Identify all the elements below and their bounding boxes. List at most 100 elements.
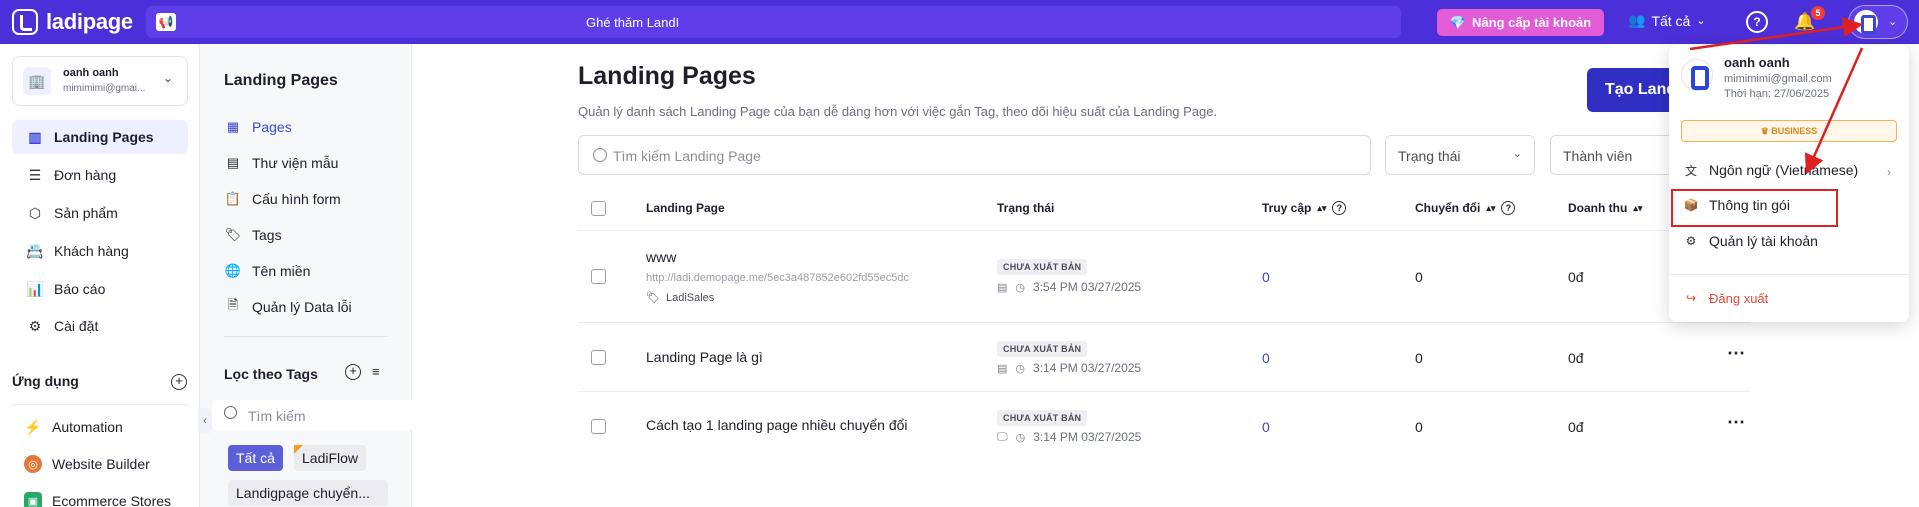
- workspace-filter-dropdown[interactable]: 👥 Tất cả ⌄: [1628, 12, 1706, 29]
- document-icon: 🗎: [227, 297, 239, 312]
- subnav-item-pages[interactable]: ▦ Pages: [224, 118, 292, 136]
- search-icon: [593, 148, 607, 162]
- ladipage-logo[interactable]: ladipage: [12, 9, 133, 35]
- sort-icon[interactable]: ▴▾: [1633, 203, 1642, 214]
- account-dropdown-menu: oanh oanh mimimimi@gmail.com Thời hạn: 2…: [1669, 45, 1909, 322]
- tag-chip-landingpage[interactable]: Landigpage chuyển...: [228, 480, 388, 506]
- landing-pages-icon: ▥: [28, 128, 42, 145]
- column-header-conversions[interactable]: Chuyển đổi ▴▾ ?: [1415, 201, 1516, 215]
- sort-icon[interactable]: ▴▾: [1486, 203, 1495, 214]
- timestamp-text: 3:14 PM 03/27/2025: [1033, 361, 1142, 375]
- status-filter-select[interactable]: Trạng thái ⌄: [1385, 135, 1535, 175]
- sidebar-item-customers[interactable]: 📇 Khách hàng: [12, 234, 188, 268]
- tags-filter-title: Lọc theo Tags: [224, 366, 318, 382]
- upgrade-account-button[interactable]: 💎 Nâng cấp tài khoản: [1437, 9, 1604, 36]
- more-actions-icon[interactable]: ⋯: [1727, 412, 1746, 433]
- subnav-item-domains[interactable]: 🌐 Tên miền: [224, 262, 310, 280]
- tag-chip-ladiflow[interactable]: LadiFlow: [294, 445, 367, 471]
- member-filter-select[interactable]: Thành viên: [1550, 135, 1680, 175]
- logo-text: ladipage: [46, 9, 133, 34]
- clock-icon: ◷: [1015, 281, 1026, 294]
- plan-label: BUSINESS: [1771, 126, 1818, 136]
- visits-value[interactable]: 0: [1262, 419, 1270, 435]
- status-timestamp: ▤ ◷ 3:14 PM 03/27/2025: [997, 361, 1141, 375]
- tag-chip-all[interactable]: Tất cả: [228, 445, 283, 471]
- member-filter-label: Thành viên: [1563, 148, 1633, 164]
- row-checkbox[interactable]: [591, 419, 606, 434]
- app-item-automation[interactable]: ⚡ Automation: [24, 418, 123, 436]
- select-all-checkbox[interactable]: [591, 201, 606, 216]
- account-menu-button[interactable]: ⌄: [1848, 5, 1908, 39]
- info-icon[interactable]: ?: [1332, 201, 1347, 215]
- row-checkbox[interactable]: [591, 269, 606, 284]
- app-item-website-builder[interactable]: ◎ Website Builder: [24, 455, 150, 473]
- column-header-revenue[interactable]: Doanh thu ▴▾: [1568, 201, 1642, 215]
- orders-icon: ☰: [28, 166, 42, 183]
- subnav-item-label: Pages: [252, 119, 292, 135]
- announcement-banner[interactable]: 📢 Ghé thăm LandI: [146, 6, 1401, 38]
- info-icon[interactable]: ?: [1501, 201, 1516, 215]
- chevron-down-icon: ⌄: [1888, 16, 1898, 28]
- add-app-icon[interactable]: +: [171, 374, 187, 390]
- subnav-item-label: Thư viện mẫu: [252, 155, 339, 171]
- apps-section-title: Ứng dụng: [12, 373, 79, 389]
- plan-expiry: Thời hạn: 27/06/2025: [1724, 88, 1830, 100]
- banner-text[interactable]: Ghé thăm LandI: [586, 15, 679, 30]
- menu-item-label: Đăng xuất: [1709, 290, 1769, 306]
- menu-divider: [1669, 274, 1909, 275]
- subnav-item-templates[interactable]: ▤ Thư viện mẫu: [224, 154, 339, 172]
- sidebar-item-orders[interactable]: ☰ Đơn hàng: [12, 158, 188, 192]
- column-label: Truy cập: [1262, 201, 1312, 215]
- status-badge: CHƯA XUẤT BẢN: [997, 259, 1088, 275]
- revenue-value: 0đ: [1568, 350, 1584, 366]
- pages-icon: ▦: [226, 119, 240, 134]
- sort-icon[interactable]: ▴▾: [1317, 203, 1326, 214]
- menu-item-logout[interactable]: ↪ Đăng xuất: [1683, 290, 1768, 306]
- tag-search-input[interactable]: Tìm kiếm: [212, 400, 438, 430]
- subnav-item-label: Quản lý Data lỗi: [252, 299, 352, 315]
- menu-item-account-management[interactable]: ⚙ Quản lý tài khoản: [1683, 233, 1818, 249]
- subnav-item-form-config[interactable]: 📋 Cấu hình form: [224, 190, 341, 208]
- account-email: mimimimi@gmai...: [63, 83, 146, 94]
- collapse-sidebar-handle[interactable]: ‹: [198, 408, 212, 434]
- more-actions-icon[interactable]: ⋯: [1727, 343, 1746, 364]
- column-label: Chuyển đổi: [1415, 201, 1481, 215]
- translate-icon: 文: [1684, 163, 1697, 178]
- landing-page-name[interactable]: Landing Page là gì: [646, 349, 763, 365]
- landing-page-name[interactable]: Cách tạo 1 landing page nhiều chuyển đổi: [646, 417, 908, 433]
- template-library-icon: ▤: [226, 155, 240, 170]
- account-switcher[interactable]: 🏢 oanh oanh mimimimi@gmai... ⌄: [12, 56, 188, 106]
- clock-icon: ◷: [1015, 362, 1026, 375]
- landing-page-search-input[interactable]: Tìm kiếm Landing Page: [578, 135, 1371, 175]
- sidebar-item-landing-pages[interactable]: ▥ Landing Pages: [12, 120, 188, 154]
- sidebar-item-settings[interactable]: ⚙ Cài đặt: [12, 309, 188, 343]
- subnav-item-tags[interactable]: 🏷 Tags: [224, 226, 282, 244]
- page-description: Quản lý danh sách Landing Page của bạn d…: [578, 104, 1218, 119]
- revenue-value: 0đ: [1568, 419, 1584, 435]
- logout-icon: ↪: [1685, 291, 1697, 305]
- visits-value[interactable]: 0: [1262, 269, 1270, 285]
- landing-page-name[interactable]: www: [646, 249, 676, 265]
- annotation-highlight-box: [1671, 189, 1838, 227]
- visits-value[interactable]: 0: [1262, 350, 1270, 366]
- row-checkbox[interactable]: [591, 350, 606, 365]
- sidebar-item-reports[interactable]: 📊 Báo cáo: [12, 272, 188, 306]
- sort-icon[interactable]: ≡: [372, 364, 380, 379]
- menu-item-language[interactable]: 文 Ngôn ngữ (Vietnamese): [1683, 162, 1858, 178]
- clock-icon: ◷: [1015, 431, 1026, 444]
- subnav-item-error-data[interactable]: 🗎 Quản lý Data lỗi: [224, 297, 352, 316]
- sidebar-item-label: Báo cáo: [54, 281, 106, 297]
- sidebar-item-label: Sản phẩm: [54, 205, 118, 221]
- app-item-ecommerce-stores[interactable]: ▣ Ecommerce Stores: [24, 492, 171, 507]
- app-label: Website Builder: [52, 456, 150, 472]
- help-icon[interactable]: ?: [1746, 11, 1768, 33]
- chevron-right-icon: ›: [1887, 165, 1891, 179]
- conversions-value: 0: [1415, 269, 1423, 285]
- plan-badge[interactable]: ♛ BUSINESS: [1681, 120, 1897, 142]
- sidebar-item-products[interactable]: ⬡ Sản phẩm: [12, 196, 188, 230]
- menu-item-label: Quản lý tài khoản: [1709, 233, 1818, 249]
- add-tag-icon[interactable]: +: [345, 364, 361, 380]
- column-header-visits[interactable]: Truy cập ▴▾ ?: [1262, 201, 1347, 215]
- landing-page-url[interactable]: http://ladi.demopage.me/5ec3a487852e602f…: [646, 272, 909, 284]
- store-icon: ▣: [24, 492, 42, 507]
